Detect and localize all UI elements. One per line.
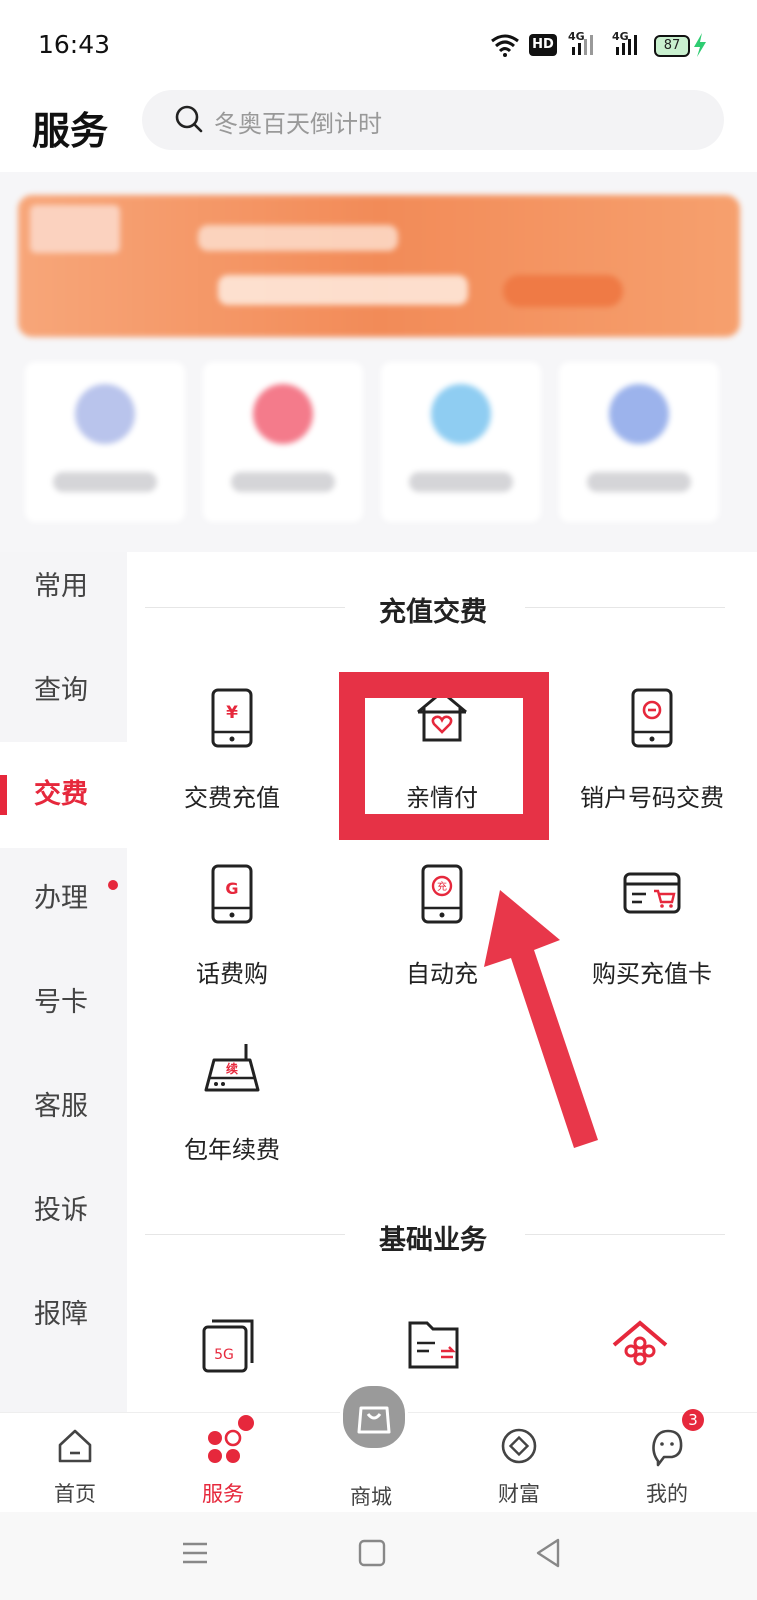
quick-entry-1[interactable] [25,362,185,522]
nav-label: 服务 [202,1482,244,1506]
status-time: 16:43 [38,30,111,59]
notification-dot [238,1415,254,1431]
sidebar-item-label: 查询 [34,675,88,706]
status-bar: 16:43 HD 4G 4G 87 [0,0,757,80]
search-placeholder: 冬奥百天倒计时 [214,110,382,138]
nav-label: 首页 [54,1482,96,1506]
sidebar-item-label: 常用 [34,571,88,602]
grid-item-label: 销户号码交费 [580,784,724,812]
svg-text:G: G [225,879,238,898]
section-title-recharge: 充值交费 [379,597,487,628]
sidebar-item-label: 办理 [34,883,88,914]
quick-entry-2[interactable] [203,362,363,522]
folder-icon[interactable] [407,1317,463,1377]
wifi-icon [491,34,519,57]
phone-g-icon: G [211,864,253,924]
basic-services-row: 5G [127,1317,757,1412]
battery-icon: 87 [654,35,690,57]
svg-text:续: 续 [226,1061,238,1076]
sidebar-item-fault-report[interactable]: 报障 [0,1262,127,1368]
nav-label: 商城 [350,1485,392,1509]
notification-dot [108,880,118,890]
phone-yen-icon: ¥ [211,688,253,748]
back-icon[interactable] [532,1536,564,1570]
system-nav-bar [0,1512,757,1600]
nav-label: 我的 [646,1482,688,1506]
sidebar-item-common[interactable]: 常用 [0,534,127,640]
profile-badge: 3 [682,1409,704,1431]
svg-text:充: 充 [437,880,447,893]
home-icon [58,1429,92,1463]
sidebar-item-sim-card[interactable]: 号卡 [0,950,127,1056]
active-indicator [0,775,7,815]
nav-profile[interactable]: 3 我的 [592,1409,742,1513]
hd-icon: HD [529,34,557,56]
quick-entry-3[interactable] [381,362,541,522]
mall-button-circle [340,1383,408,1451]
page-title: 服务 [32,109,109,153]
sidebar-item-customer-service[interactable]: 客服 [0,1054,127,1160]
sidebar-item-label: 投诉 [34,1195,88,1226]
5g-icon[interactable]: 5G [202,1317,258,1377]
grid-item-credit-purchase[interactable]: G 话费购 [127,864,337,1004]
menu-icon[interactable] [180,1538,210,1568]
highlight-box [339,672,549,840]
svg-text:5G: 5G [214,1347,234,1363]
promo-banner[interactable] [18,195,740,337]
sidebar-item-handle[interactable]: 办理 [0,846,127,952]
quick-entry-4[interactable] [559,362,719,522]
sidebar-item-complaint[interactable]: 投诉 [0,1158,127,1264]
router-renew-icon: 续 [204,1044,260,1092]
grid-item-pay-recharge[interactable]: ¥ 交费充值 [127,688,337,828]
service-icon [208,1429,242,1463]
grid-item-label: 话费购 [196,960,268,988]
divider [145,1234,345,1235]
annotation-arrow [484,890,598,1148]
search-icon [175,105,203,133]
profile-icon [652,1429,683,1467]
divider [525,607,725,608]
nav-service[interactable]: 服务 [148,1413,298,1513]
category-sidebar: 常用 查询 交费 办理 号卡 客服 投诉 报障 [0,552,127,1412]
sidebar-item-label: 报障 [34,1299,88,1330]
unicom-knot-icon[interactable] [612,1317,668,1377]
nav-wealth[interactable]: 财富 [444,1413,594,1513]
home-square-icon[interactable] [356,1537,388,1569]
divider [525,1234,725,1235]
grid-item-annual-renewal[interactable]: 续 包年续费 [127,1040,337,1180]
svg-text:¥: ¥ [226,703,238,723]
grid-item-label: 交费充值 [184,784,280,812]
signal-icon [572,35,593,55]
grid-item-closed-number-payment[interactable]: 销户号码交费 [547,688,757,828]
wealth-icon [501,1428,537,1464]
card-cart-icon [623,872,681,914]
nav-mall[interactable]: 商城 [296,1383,446,1513]
sidebar-item-label: 交费 [34,779,88,810]
charging-icon [694,33,706,57]
divider [145,607,345,608]
signal-icon-2 [616,35,637,55]
nav-home[interactable]: 首页 [0,1413,150,1513]
nav-label: 财富 [498,1482,540,1506]
sidebar-item-query[interactable]: 查询 [0,638,127,744]
sidebar-item-payment[interactable]: 交费 [0,742,127,848]
sidebar-item-label: 号卡 [34,987,88,1018]
grid-item-label: 包年续费 [184,1136,280,1164]
shopping-bag-icon [357,1406,391,1434]
phone-minus-icon [631,688,673,748]
phone-recharge-icon: 充 [421,864,463,924]
sidebar-item-label: 客服 [34,1091,88,1122]
bottom-nav: 首页 服务 商城 财富 3 我的 [0,1383,757,1513]
section-title-basic: 基础业务 [379,1225,487,1256]
